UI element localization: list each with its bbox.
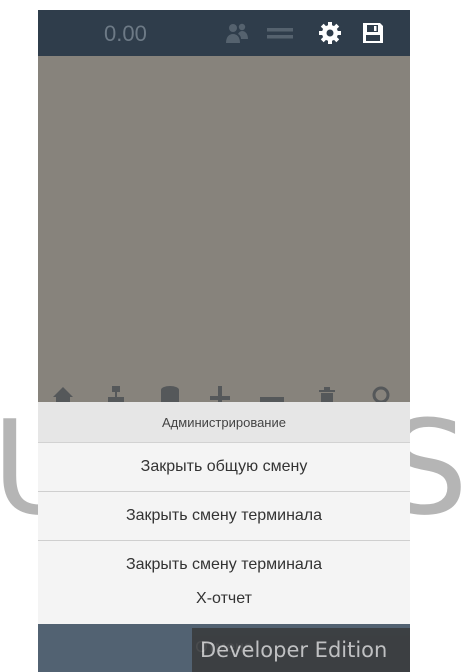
app-screen: 0.00 Администрирование Закрыть общую сме… — [38, 10, 410, 672]
save-icon[interactable] — [360, 21, 386, 45]
gear-icon[interactable] — [317, 21, 343, 45]
top-bar: 0.00 — [38, 10, 410, 56]
users-icon[interactable] — [224, 21, 250, 45]
x-report-button[interactable]: X-отчет — [38, 575, 410, 623]
menu-icon[interactable] — [267, 21, 293, 45]
bottom-toolbar — [38, 382, 410, 404]
developer-edition-label: Developer Edition — [192, 628, 410, 672]
sheet-title: Администрирование — [38, 402, 410, 443]
total-amount: 0.00 — [104, 21, 147, 46]
close-general-shift-button[interactable]: Закрыть общую смену — [38, 443, 410, 492]
close-terminal-shift-button[interactable]: Закрыть смену терминала — [38, 492, 410, 541]
